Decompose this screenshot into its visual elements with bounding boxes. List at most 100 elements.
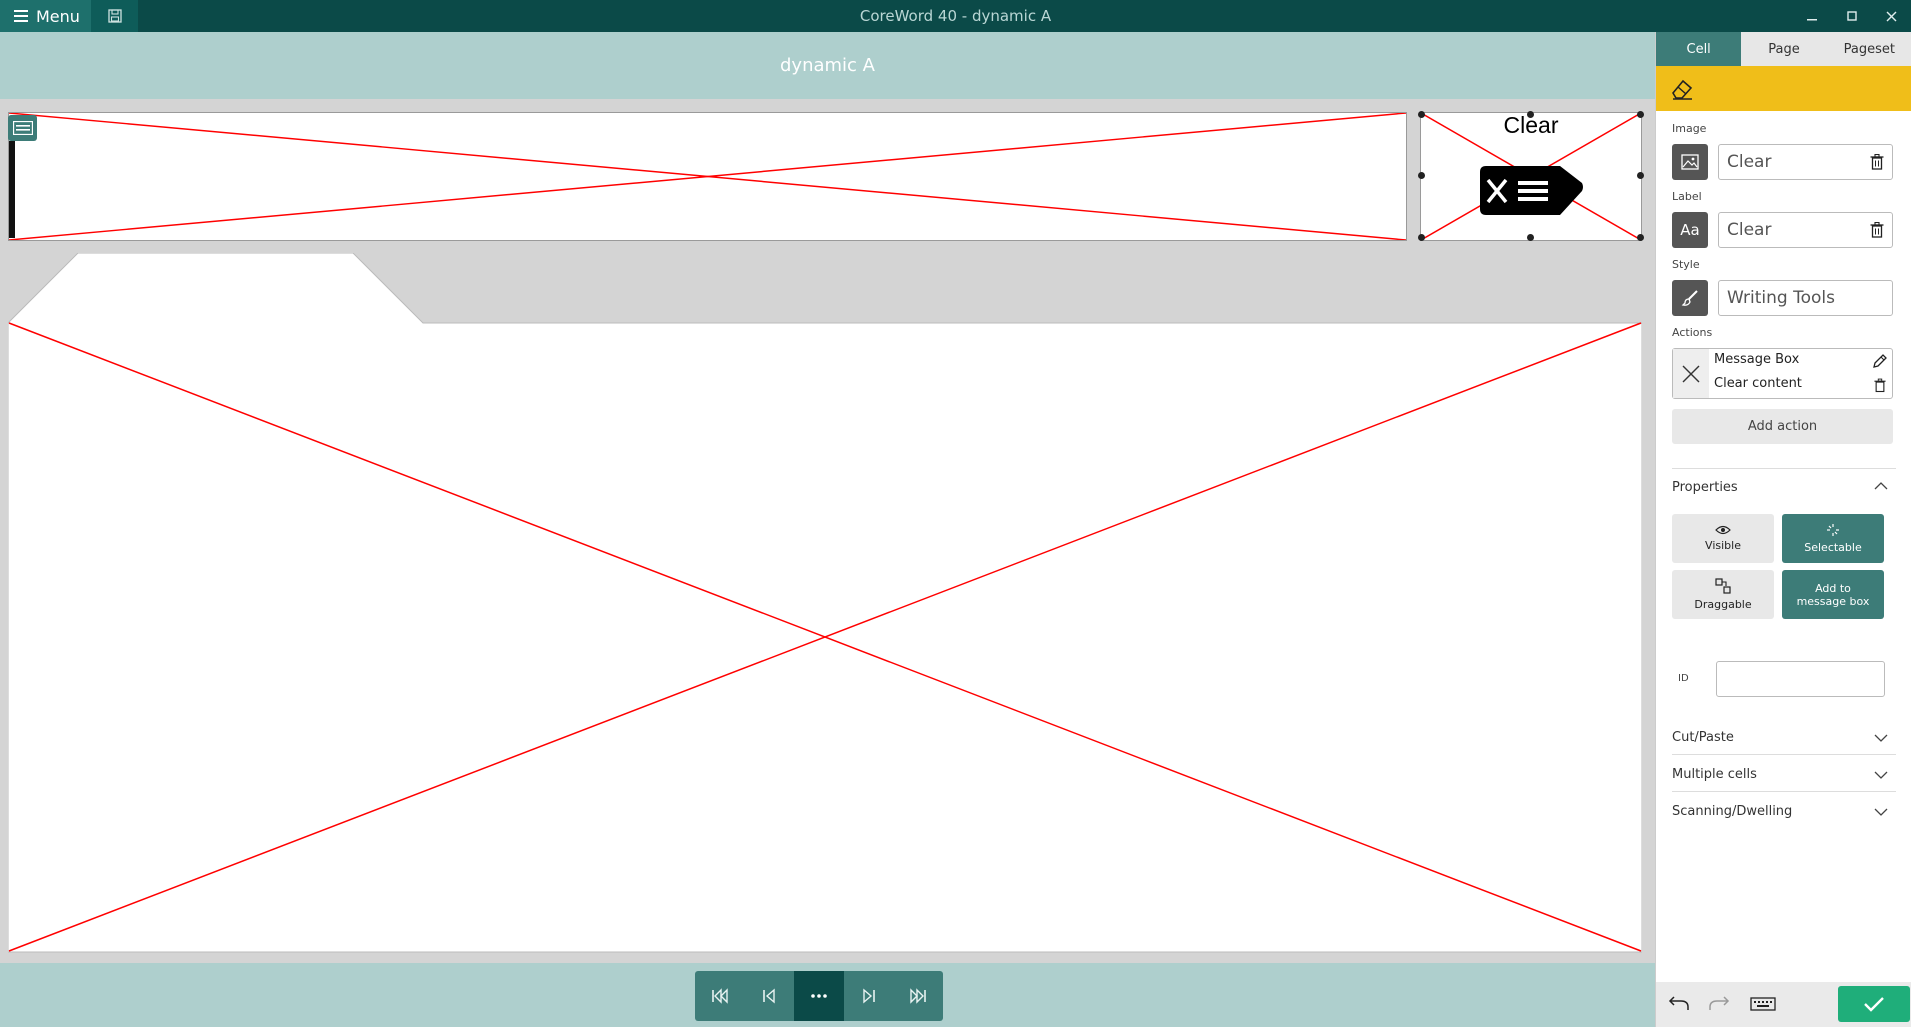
scanning-dwelling-section[interactable]: Scanning/Dwelling [1672, 798, 1896, 826]
image-value: Clear [1727, 152, 1772, 172]
drag-icon [1715, 578, 1731, 594]
trash-icon[interactable] [1870, 222, 1884, 238]
first-page-button[interactable] [695, 971, 745, 1021]
cell-properties-panel: Cell Page Pageset Image Clear Label Aa C… [1655, 32, 1911, 1027]
actions-list: Message Box Clear content [1672, 348, 1893, 399]
draggable-toggle[interactable]: Draggable [1672, 570, 1774, 619]
label-font-button[interactable]: Aa [1672, 212, 1708, 248]
more-button[interactable] [794, 971, 844, 1021]
page-title: dynamic A [0, 32, 1655, 99]
chevron-up-icon [1874, 482, 1888, 490]
skip-previous-icon [763, 988, 776, 1004]
redo-icon[interactable] [1708, 994, 1730, 1012]
maximize-icon [1847, 11, 1857, 21]
skip-last-icon [910, 988, 926, 1004]
add-to-message-box-label: Add to message box [1796, 581, 1870, 608]
skip-first-icon [711, 988, 728, 1004]
trash-icon[interactable] [1874, 378, 1886, 393]
tool-bar [1656, 66, 1911, 111]
section-title: Scanning/Dwelling [1672, 804, 1793, 819]
panel-footer [1656, 982, 1911, 1027]
label-value: Clear [1727, 220, 1772, 240]
add-action-button[interactable]: Add action [1672, 409, 1893, 444]
style-field[interactable]: Writing Tools [1718, 280, 1893, 316]
properties-title: Properties [1672, 480, 1738, 495]
resize-handle[interactable] [1418, 172, 1425, 179]
divider [1672, 791, 1896, 792]
tab-cell[interactable]: Cell [1656, 32, 1742, 66]
multiple-cells-section[interactable]: Multiple cells [1672, 761, 1896, 789]
dynamic-page-area[interactable] [8, 253, 1642, 953]
trash-icon[interactable] [1870, 154, 1884, 170]
section-title: Cut/Paste [1672, 730, 1734, 745]
save-button[interactable] [91, 0, 138, 32]
eye-icon [1715, 525, 1731, 535]
more-icon [811, 994, 827, 998]
undo-icon[interactable] [1668, 994, 1690, 1012]
image-picker-button[interactable] [1672, 144, 1708, 180]
next-page-button[interactable] [843, 971, 894, 1021]
close-icon [1886, 11, 1896, 21]
page-navigation [695, 971, 943, 1021]
visible-toggle[interactable]: Visible [1672, 514, 1774, 563]
pencil-icon[interactable] [1872, 354, 1887, 369]
confirm-button[interactable] [1838, 986, 1910, 1022]
visible-label: Visible [1705, 539, 1741, 552]
style-label: Style [1672, 258, 1700, 271]
clear-icon [1480, 166, 1583, 215]
last-page-button[interactable] [893, 971, 943, 1021]
resize-handle[interactable] [1527, 234, 1534, 241]
divider [1672, 754, 1896, 755]
title-bar: Menu CoreWord 40 - dynamic A [0, 0, 1911, 32]
id-label: ID [1678, 673, 1689, 684]
menu-label: Menu [36, 6, 80, 26]
previous-page-button[interactable] [744, 971, 795, 1021]
keyboard-icon[interactable] [1750, 997, 1776, 1011]
cut-paste-section[interactable]: Cut/Paste [1672, 724, 1896, 752]
id-field[interactable] [1716, 661, 1885, 697]
selectable-toggle[interactable]: Selectable [1782, 514, 1884, 563]
resize-handle[interactable] [1418, 234, 1425, 241]
action-clear-content[interactable]: Clear content [1714, 376, 1802, 391]
checkmark-icon [1864, 997, 1884, 1012]
style-value: Writing Tools [1727, 288, 1835, 308]
divider [1672, 468, 1896, 469]
menu-button[interactable]: Menu [0, 0, 91, 32]
image-icon [1681, 154, 1699, 170]
style-picker-button[interactable] [1672, 280, 1708, 316]
paintbrush-icon [1681, 290, 1698, 306]
section-title: Multiple cells [1672, 767, 1757, 782]
resize-handle[interactable] [1527, 111, 1534, 118]
tab-pageset[interactable]: Pageset [1827, 32, 1911, 66]
chevron-down-icon [1874, 771, 1888, 779]
text-format-icon: Aa [1680, 221, 1700, 239]
resize-handle[interactable] [1637, 234, 1644, 241]
placeholder-cross [9, 113, 1406, 240]
selectable-label: Selectable [1804, 541, 1862, 554]
chevron-down-icon [1874, 734, 1888, 742]
properties-section-header[interactable]: Properties [1672, 474, 1896, 502]
actions-label: Actions [1672, 326, 1713, 339]
maximize-button[interactable] [1832, 0, 1872, 32]
label-field[interactable]: Clear [1718, 212, 1893, 248]
message-cursor-bar [9, 141, 15, 238]
image-field[interactable]: Clear [1718, 144, 1893, 180]
close-button[interactable] [1871, 0, 1911, 32]
hamburger-icon [14, 7, 28, 26]
resize-handle[interactable] [1637, 172, 1644, 179]
spinner-icon [1827, 524, 1839, 536]
panel-tabs: Cell Page Pageset [1656, 32, 1911, 66]
window-title: CoreWord 40 - dynamic A [859, 7, 1052, 25]
action-message-box[interactable]: Message Box [1714, 352, 1799, 367]
resize-handle[interactable] [1637, 111, 1644, 118]
save-icon [107, 9, 122, 23]
minimize-button[interactable] [1792, 0, 1832, 32]
add-to-message-box-toggle[interactable]: Add to message box [1782, 570, 1884, 619]
message-box-cell[interactable] [8, 112, 1407, 241]
skip-next-icon [862, 988, 875, 1004]
resize-handle[interactable] [1418, 111, 1425, 118]
action-icon-cell [1673, 349, 1709, 398]
tab-page[interactable]: Page [1741, 32, 1826, 66]
label-label: Label [1672, 190, 1702, 203]
eraser-icon[interactable] [1670, 78, 1694, 100]
